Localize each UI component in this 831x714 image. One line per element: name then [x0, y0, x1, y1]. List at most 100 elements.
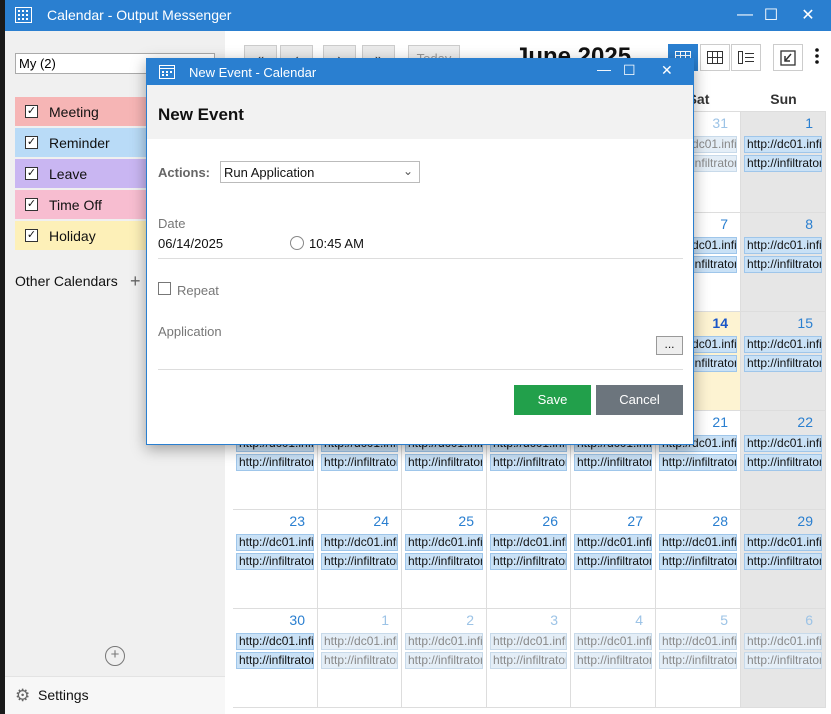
week-view-button[interactable] — [700, 44, 730, 71]
actions-dropdown[interactable]: Run Application ⌄ — [220, 161, 420, 183]
checkbox-icon[interactable]: ✓ — [25, 105, 38, 118]
checkbox-icon[interactable]: ✓ — [25, 167, 38, 180]
day-cell[interactable]: 8 http://dc01.infi http://infiltrator — [741, 213, 826, 312]
day-number: 3 — [550, 612, 558, 628]
checkbox-icon[interactable]: ✓ — [25, 198, 38, 211]
event-chip[interactable]: http://dc01.infi — [744, 136, 822, 153]
event-chip[interactable]: http://dc01.infi — [659, 633, 737, 650]
export-button[interactable] — [773, 44, 803, 71]
day-number: 22 — [797, 414, 813, 430]
event-chip[interactable]: http://infiltrator — [574, 454, 652, 471]
dialog-minimize-button[interactable]: — — [597, 61, 611, 77]
event-chip[interactable]: http://infiltrator — [236, 553, 314, 570]
day-cell[interactable]: 3 http://dc01.infi http://infiltrator — [487, 609, 571, 708]
event-chip[interactable]: http://infiltrator — [744, 256, 822, 273]
day-cell[interactable]: 1 http://dc01.infi http://infiltrator — [318, 609, 402, 708]
event-chip[interactable]: http://infiltrator — [659, 454, 737, 471]
event-chip[interactable]: http://infiltrator — [321, 652, 398, 669]
add-calendar-icon[interactable]: + — [105, 646, 125, 666]
event-chip[interactable]: http://dc01.infi — [574, 534, 652, 551]
settings-label: Settings — [38, 687, 89, 703]
dialog-close-button[interactable]: ✕ — [661, 62, 673, 79]
event-chip[interactable]: http://infiltrator — [321, 454, 398, 471]
list-view-button[interactable] — [731, 44, 761, 71]
window-title: Calendar - Output Messenger — [47, 7, 232, 23]
event-chip[interactable]: http://dc01.infi — [236, 633, 314, 650]
close-button[interactable]: ✕ — [792, 4, 824, 26]
event-chip[interactable]: http://dc01.infi — [744, 237, 822, 254]
day-cell[interactable]: 28 http://dc01.infi http://infiltrator — [656, 510, 741, 609]
event-chip[interactable]: http://dc01.infi — [574, 633, 652, 650]
day-cell[interactable]: 29 http://dc01.infi http://infiltrator — [741, 510, 826, 609]
event-chip[interactable]: http://dc01.infi — [321, 633, 398, 650]
event-chip[interactable]: http://dc01.infi — [405, 534, 483, 551]
day-cell[interactable]: 6 http://dc01.infi http://infiltrator — [741, 609, 826, 708]
day-number: 15 — [797, 315, 813, 331]
event-chip[interactable]: http://dc01.infi — [744, 633, 822, 650]
day-cell[interactable]: 26 http://dc01.infi http://infiltrator — [487, 510, 571, 609]
event-chip[interactable]: http://infiltrator — [490, 652, 567, 669]
day-cell[interactable]: 15 http://dc01.infi http://infiltrator — [741, 312, 826, 411]
event-chip[interactable]: http://infiltrator — [321, 553, 398, 570]
save-button[interactable]: Save — [514, 385, 591, 415]
event-chip[interactable]: http://infiltrator — [744, 454, 822, 471]
calendar-item-label: Holiday — [49, 227, 96, 244]
day-cell[interactable]: 27 http://dc01.infi http://infiltrator — [571, 510, 656, 609]
event-chip[interactable]: http://infiltrator — [405, 652, 483, 669]
day-number: 31 — [712, 115, 728, 131]
chevron-down-icon: ⌄ — [402, 164, 413, 178]
divider — [158, 258, 683, 259]
day-cell[interactable]: 30 http://dc01.infi http://infiltrator — [233, 609, 318, 708]
event-chip[interactable]: http://dc01.infi — [659, 534, 737, 551]
maximize-button[interactable]: ☐ — [755, 4, 787, 26]
time-field[interactable]: 10:45 AM — [309, 236, 364, 251]
event-chip[interactable]: http://dc01.infi — [321, 534, 398, 551]
browse-button[interactable]: ... — [656, 336, 683, 355]
day-cell[interactable]: 5 http://dc01.infi http://infiltrator — [656, 609, 741, 708]
event-chip[interactable]: http://infiltrator — [744, 355, 822, 372]
event-chip[interactable]: http://infiltrator — [405, 553, 483, 570]
day-cell[interactable]: 23 http://dc01.infi http://infiltrator — [233, 510, 318, 609]
checkbox-icon[interactable]: ✓ — [25, 229, 38, 242]
gear-icon: ⚙ — [15, 686, 31, 705]
event-chip[interactable]: http://infiltrator — [574, 652, 652, 669]
event-chip[interactable]: http://dc01.infi — [405, 633, 483, 650]
day-number: 21 — [712, 414, 728, 430]
event-chip[interactable]: http://infiltrator — [659, 652, 737, 669]
event-chip[interactable]: http://dc01.infi — [744, 534, 822, 551]
day-cell[interactable]: 24 http://dc01.infi http://infiltrator — [318, 510, 402, 609]
more-options-icon[interactable] — [814, 47, 824, 67]
event-chip[interactable]: http://infiltrator — [236, 454, 314, 471]
event-chip[interactable]: http://infiltrator — [236, 652, 314, 669]
dialog-maximize-button[interactable]: ☐ — [623, 62, 636, 79]
divider — [158, 369, 683, 370]
repeat-checkbox[interactable] — [158, 282, 171, 295]
event-chip[interactable]: http://dc01.infi — [490, 534, 567, 551]
add-other-calendar-icon[interactable]: + — [130, 271, 141, 292]
event-chip[interactable]: http://infiltrator — [744, 553, 822, 570]
event-chip[interactable]: http://dc01.infi — [744, 336, 822, 353]
event-chip[interactable]: http://infiltrator — [405, 454, 483, 471]
day-cell[interactable]: 22 http://dc01.infi http://infiltrator — [741, 411, 826, 510]
event-chip[interactable]: http://infiltrator — [659, 553, 737, 570]
event-chip[interactable]: http://dc01.infi — [744, 435, 822, 452]
day-cell[interactable]: 4 http://dc01.infi http://infiltrator — [571, 609, 656, 708]
event-chip[interactable]: http://infiltrator — [744, 155, 822, 172]
date-field[interactable]: 06/14/2025 — [158, 236, 223, 251]
event-chip[interactable]: http://infiltrator — [490, 553, 567, 570]
checkbox-icon[interactable]: ✓ — [25, 136, 38, 149]
day-cell[interactable]: 2 http://dc01.infi http://infiltrator — [402, 609, 487, 708]
day-number: 4 — [635, 612, 643, 628]
day-cell[interactable]: 25 http://dc01.infi http://infiltrator — [402, 510, 487, 609]
day-cell[interactable]: 1 http://dc01.infi http://infiltrator — [741, 112, 826, 213]
day-number: 1 — [381, 612, 389, 628]
event-chip[interactable]: http://infiltrator — [574, 553, 652, 570]
day-number: 8 — [805, 216, 813, 232]
cancel-button[interactable]: Cancel — [596, 385, 683, 415]
event-chip[interactable]: http://infiltrator — [744, 652, 822, 669]
day-number: 14 — [712, 315, 728, 331]
event-chip[interactable]: http://dc01.infi — [490, 633, 567, 650]
settings-button[interactable]: ⚙ Settings — [5, 676, 225, 714]
event-chip[interactable]: http://dc01.infi — [236, 534, 314, 551]
event-chip[interactable]: http://infiltrator — [490, 454, 567, 471]
